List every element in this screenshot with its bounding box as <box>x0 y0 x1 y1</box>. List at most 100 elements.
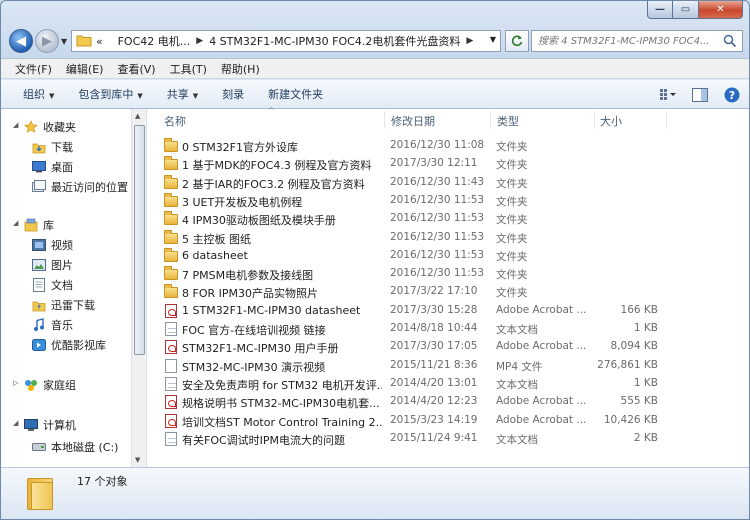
file-modified-date: 2017/3/30 15:28 <box>390 303 478 316</box>
nav-local-disk-c[interactable]: 本地磁盘 (C:) <box>31 439 118 455</box>
menu-help[interactable]: 帮助(H) <box>221 61 260 77</box>
column-header-type[interactable]: 类型 <box>497 113 519 129</box>
view-controls: ? <box>647 85 743 105</box>
table-row[interactable]: 培训文档ST Motor Control Training 2... 2015/3… <box>160 412 740 430</box>
file-type: 文本文档 <box>496 324 538 336</box>
address-dropdown-icon[interactable]: ▼ <box>490 35 496 44</box>
item-count: 17 个对象 <box>77 475 128 488</box>
file-size: 1 KB <box>633 322 658 334</box>
nav-thunder-downloads[interactable]: 迅雷下载 <box>31 297 95 313</box>
table-row[interactable]: 规格说明书 STM32-MC-IPM30电机套... 2014/4/20 12:2… <box>160 393 740 411</box>
column-divider[interactable] <box>384 111 385 129</box>
nav-libraries[interactable]: 库 <box>23 217 54 233</box>
column-header-size[interactable]: 大小 <box>600 113 622 129</box>
table-row[interactable]: 8 FOR IPM30产品实物照片 2017/3/22 17:10 文件夹 <box>160 283 740 301</box>
homegroup-expander-icon[interactable]: ▷ <box>13 379 18 387</box>
maximize-button[interactable]: ▭ <box>673 1 699 19</box>
table-row[interactable]: 4 IPM30驱动板图纸及模块手册 2016/12/30 11:53 文件夹 <box>160 210 740 228</box>
table-row[interactable]: 1 基于MDK的FOC4.3 例程及官方资料 2017/3/30 12:11 文件夹 <box>160 155 740 173</box>
nav-local-disk-label: 本地磁盘 (C:) <box>51 441 119 454</box>
nav-recent-places[interactable]: 最近访问的位置 <box>31 179 128 195</box>
libraries-expander-icon[interactable]: ◢ <box>13 219 18 227</box>
file-type: 文件夹 <box>496 214 528 227</box>
folder-icon <box>164 156 178 171</box>
recent-pages-dropdown[interactable]: ▼ <box>61 37 67 46</box>
breadcrumb-overflow[interactable]: « <box>96 35 103 48</box>
scrollbar-thumb[interactable] <box>134 125 145 355</box>
table-row[interactable]: 安全及免责声明 for STM32 电机开发评... 2014/4/20 13:0… <box>160 375 740 393</box>
table-row[interactable]: 6 datasheet 2016/12/30 11:53 文件夹 <box>160 247 740 265</box>
computer-expander-icon[interactable]: ◢ <box>13 419 18 427</box>
homegroup-icon <box>23 378 39 392</box>
include-in-library-button[interactable]: 包含到库中 ▼ <box>78 86 142 102</box>
nav-desktop[interactable]: 桌面 <box>31 159 73 175</box>
file-modified-date: 2016/12/30 11:53 <box>390 230 485 243</box>
breadcrumb-item-foc42[interactable]: FOC42 电机... <box>118 33 191 49</box>
file-modified-date: 2014/4/20 12:23 <box>390 395 478 408</box>
burn-button[interactable]: 刻录 <box>222 86 244 102</box>
nav-music[interactable]: 音乐 <box>31 317 73 333</box>
refresh-button[interactable] <box>505 30 529 52</box>
menu-file[interactable]: 文件(F) <box>15 61 52 77</box>
nav-favorites[interactable]: 收藏夹 <box>23 119 76 135</box>
table-row[interactable]: 2 基于IAR的FOC3.2 例程及官方资料 2016/12/30 11:43 文件… <box>160 174 740 192</box>
table-row[interactable]: STM32-MC-IPM30 演示视频 2015/11/21 8:36 MP4 文件… <box>160 357 740 375</box>
table-row[interactable]: 7 PMSM电机参数及接线图 2016/12/30 11:53 文件夹 <box>160 265 740 283</box>
library-icon <box>23 218 39 232</box>
file-modified-date: 2016/12/30 11:53 <box>390 193 485 206</box>
change-view-button[interactable] <box>657 85 679 105</box>
column-headers: ^ 名称 修改日期 类型 大小 <box>148 106 749 131</box>
table-row[interactable]: 5 主控板 图纸 2016/12/30 11:53 文件夹 <box>160 229 740 247</box>
menu-tools[interactable]: 工具(T) <box>170 61 207 77</box>
column-header-name[interactable]: 名称 <box>164 113 186 129</box>
new-folder-button[interactable]: 新建文件夹 <box>268 86 323 102</box>
breadcrumb-chevron-icon[interactable]: ▶ <box>196 36 203 46</box>
nav-computer[interactable]: 计算机 <box>23 417 76 433</box>
svg-text:?: ? <box>729 89 735 102</box>
scroll-down-arrow-icon[interactable]: ▼ <box>135 456 140 464</box>
search-icon[interactable] <box>723 34 737 51</box>
nav-downloads[interactable]: 下载 <box>31 139 73 155</box>
video-file-icon <box>164 358 178 373</box>
address-bar[interactable]: « FOC42 电机... ▶ 4 STM32F1-MC-IPM30 FOC4.… <box>71 30 501 52</box>
breadcrumb-item-current[interactable]: 4 STM32F1-MC-IPM30 FOC4.2电机套件光盘资料 <box>209 33 460 49</box>
table-row[interactable]: STM32F1-MC-IPM30 用户手册 2017/3/30 17:05 Adob… <box>160 338 740 356</box>
forward-button[interactable]: ▶ <box>35 29 59 53</box>
dropdown-arrow-icon: ▼ <box>137 92 143 100</box>
recent-places-icon <box>31 180 47 194</box>
table-row[interactable]: 1 STM32F1-MC-IPM30 datasheet 2017/3/30 15… <box>160 302 740 320</box>
pdf-file-icon <box>164 340 178 355</box>
table-row[interactable]: 0 STM32F1官方外设库 2016/12/30 11:08 文件夹 <box>160 137 740 155</box>
search-input[interactable] <box>538 32 728 50</box>
menu-view[interactable]: 查看(V) <box>117 61 155 77</box>
nav-youku-label: 优酷影视库 <box>51 339 106 352</box>
nav-homegroup[interactable]: 家庭组 <box>23 377 76 393</box>
help-button[interactable]: ? <box>721 85 743 105</box>
table-row[interactable]: FOC 官方-在线培训视频 链接 2014/8/18 10:44 文本文档 1 KB <box>160 320 740 338</box>
nav-documents[interactable]: 文档 <box>31 277 73 293</box>
breadcrumb-chevron-icon[interactable]: ▶ <box>466 36 473 46</box>
column-divider[interactable] <box>666 111 667 129</box>
column-header-date[interactable]: 修改日期 <box>391 113 435 129</box>
share-button[interactable]: 共享 ▼ <box>167 86 198 102</box>
file-name: 8 FOR IPM30产品实物照片 <box>182 287 318 301</box>
star-icon <box>23 120 39 134</box>
minimize-button[interactable]: — <box>647 1 673 19</box>
preview-pane-button[interactable] <box>689 85 711 105</box>
close-button[interactable]: ✕ <box>699 1 743 19</box>
column-divider[interactable] <box>594 111 595 129</box>
organize-button[interactable]: 组织 ▼ <box>23 86 54 102</box>
column-divider[interactable] <box>490 111 491 129</box>
nav-pictures[interactable]: 图片 <box>31 257 73 273</box>
file-modified-date: 2016/12/30 11:43 <box>390 175 485 188</box>
table-row[interactable]: 3 UET开发板及电机例程 2016/12/30 11:53 文件夹 <box>160 192 740 210</box>
window-controls: — ▭ ✕ <box>647 1 743 19</box>
menu-edit[interactable]: 编辑(E) <box>66 61 104 77</box>
nav-youku-library[interactable]: 优酷影视库 <box>31 337 106 353</box>
favorites-expander-icon[interactable]: ◢ <box>13 121 18 129</box>
table-row[interactable]: 有关FOC调试时IPM电流大的问题 2015/11/24 9:41 文本文档 2 KB <box>160 430 740 448</box>
nav-videos[interactable]: 视频 <box>31 237 73 253</box>
back-button[interactable]: ◀ <box>9 29 33 53</box>
scroll-up-arrow-icon[interactable]: ▲ <box>135 112 140 120</box>
navigation-pane-scrollbar[interactable]: ▲ ▼ <box>131 109 147 467</box>
